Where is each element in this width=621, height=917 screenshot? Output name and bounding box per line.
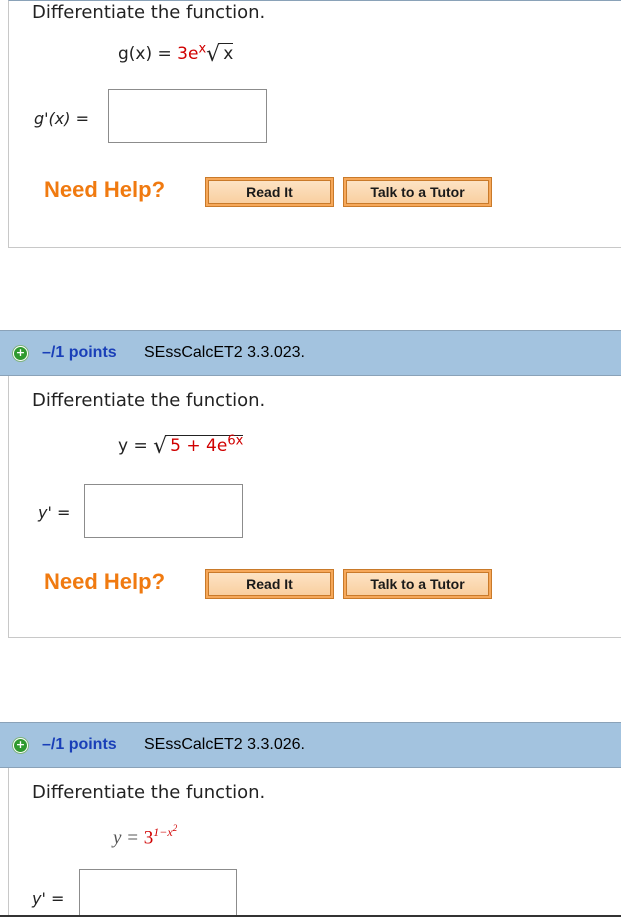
equation-lhs: y =: [113, 827, 144, 849]
question-1-read-it-button[interactable]: Read It: [205, 177, 334, 207]
equation-exp: 1−x2: [153, 823, 178, 839]
radical-icon: √: [206, 42, 221, 67]
question-3-code: SEssCalcET2 3.3.026.: [144, 736, 305, 753]
question-3-answer-input[interactable]: [79, 869, 237, 917]
expand-plus-icon[interactable]: +: [13, 738, 28, 753]
talk-to-tutor-label: Talk to a Tutor: [346, 180, 489, 204]
question-1-talk-to-tutor-button[interactable]: Talk to a Tutor: [343, 177, 492, 207]
equation-lhs: g(x) =: [118, 44, 178, 64]
question-2-talk-to-tutor-button[interactable]: Talk to a Tutor: [343, 569, 492, 599]
equation-exp-text: 1−x: [153, 825, 173, 839]
question-3-instruction: Differentiate the function.: [32, 782, 266, 803]
question-1-need-help: Need Help?: [44, 177, 166, 202]
question-2-code: SEssCalcET2 3.3.023.: [144, 344, 305, 361]
equation-radicand: 5 + 4e6x: [167, 433, 244, 456]
question-2-need-help: Need Help?: [44, 569, 166, 594]
question-2-instruction: Differentiate the function.: [32, 390, 266, 411]
equation-exp: x: [198, 41, 207, 57]
question-2-equation: y = √ 5 + 4e6x: [118, 432, 244, 459]
question-1-answer-input[interactable]: [108, 89, 267, 143]
equation-radicand: x: [220, 43, 234, 64]
question-2-answer-input[interactable]: [84, 484, 243, 538]
question-1-equation: g(x) = 3ex√ x: [118, 40, 234, 67]
read-it-label: Read It: [208, 572, 331, 596]
question-2-answer-label: y' =: [38, 503, 71, 522]
read-it-label: Read It: [208, 180, 331, 204]
question-2-points: –/1 points: [42, 344, 117, 361]
question-1-answer-label: g'(x) =: [34, 109, 89, 128]
radicand-text: 5 + 4e: [170, 436, 228, 456]
question-2-read-it-button[interactable]: Read It: [205, 569, 334, 599]
question-1-card: [8, 0, 621, 248]
question-3-header: + –/1 points SEssCalcET2 3.3.026.: [0, 722, 621, 768]
question-2-header: + –/1 points SEssCalcET2 3.3.023.: [0, 330, 621, 376]
radical-icon: √: [153, 434, 168, 459]
equation-base: 3: [143, 827, 154, 849]
question-1-instruction: Differentiate the function.: [32, 2, 266, 23]
expand-plus-icon[interactable]: +: [13, 346, 28, 361]
question-3-answer-label: y' =: [32, 889, 65, 908]
equation-coef: 3e: [177, 44, 199, 64]
equation-exp-square: 2: [172, 823, 178, 833]
question-3-points: –/1 points: [42, 736, 117, 753]
talk-to-tutor-label: Talk to a Tutor: [346, 572, 489, 596]
question-3-equation: y = 31−x2: [113, 823, 177, 849]
equation-lhs: y =: [118, 436, 154, 456]
radicand-exp: 6x: [227, 433, 244, 449]
